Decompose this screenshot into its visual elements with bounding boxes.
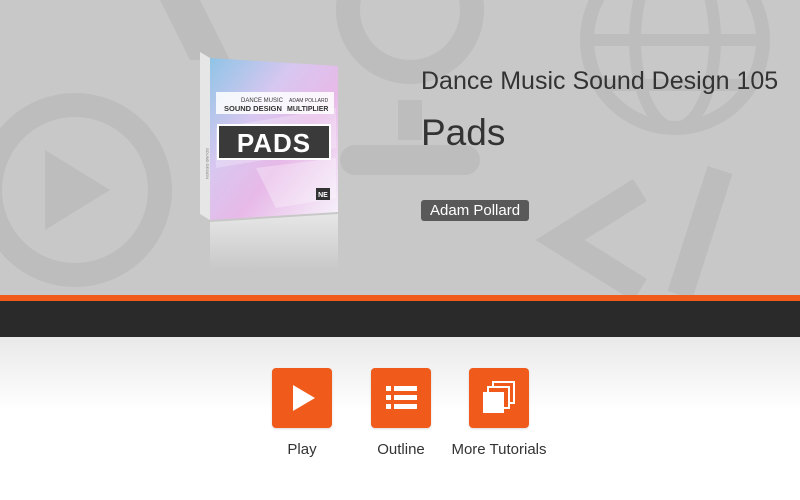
more-tutorials-label: More Tutorials xyxy=(451,441,547,458)
stacked-pages-icon xyxy=(483,381,515,413)
list-icon xyxy=(386,386,417,409)
box-title: PADS xyxy=(237,128,311,158)
box-spine-text: SOUND DESIGN xyxy=(205,148,210,179)
more-tutorials-action[interactable]: More Tutorials xyxy=(439,368,559,458)
course-series-title: Dance Music Sound Design 105 xyxy=(421,67,779,95)
play-icon xyxy=(293,385,315,411)
author-badge: Adam Pollard xyxy=(421,200,530,221)
toolbar-band xyxy=(0,301,800,337)
course-box-art: DANCE MUSIC SOUND DESIGN ADAM POLLARD MU… xyxy=(200,52,338,270)
hero-banner: DANCE MUSIC SOUND DESIGN ADAM POLLARD MU… xyxy=(0,0,800,295)
box-series-line-2: SOUND DESIGN xyxy=(224,104,282,113)
course-title: Pads xyxy=(421,112,506,153)
outline-button[interactable] xyxy=(371,368,431,428)
play-button[interactable] xyxy=(272,368,332,428)
box-publisher-logo: NE xyxy=(318,192,328,199)
more-tutorials-button[interactable] xyxy=(469,368,529,428)
background-decoration xyxy=(0,0,770,295)
box-author-line: ADAM POLLARD xyxy=(289,98,329,104)
box-product-line: MULTIPLIER xyxy=(287,106,328,113)
